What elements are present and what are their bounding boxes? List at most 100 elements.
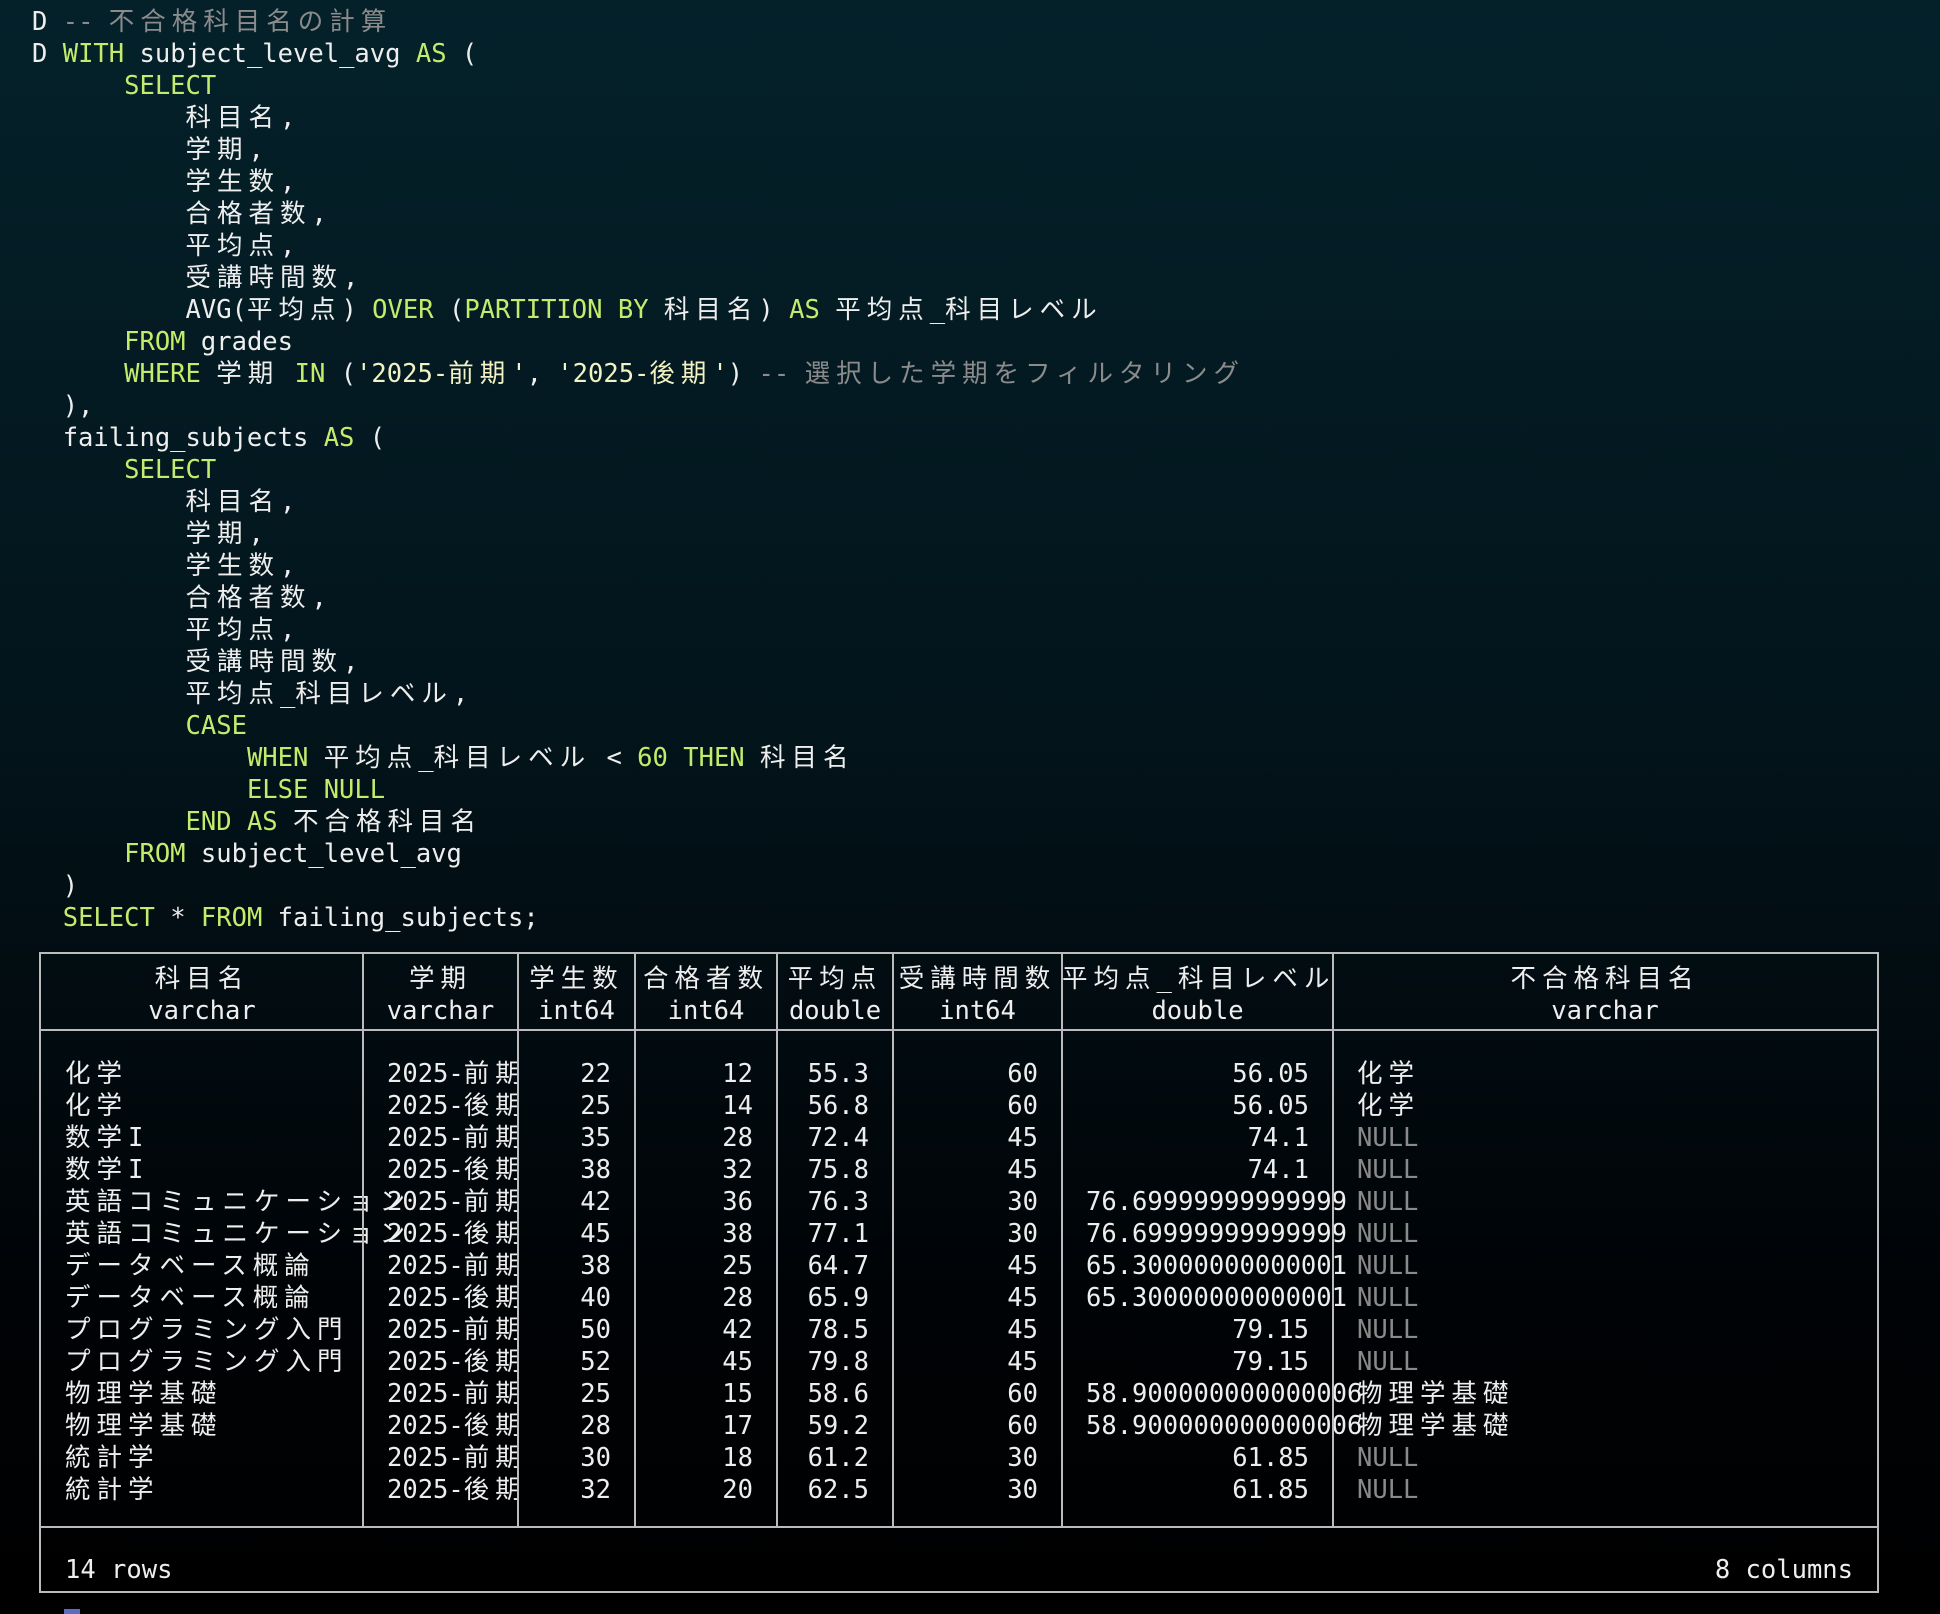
table-cell: NULL xyxy=(1357,1219,1419,1249)
column-type: int64 xyxy=(538,996,615,1026)
table-cell: 17 xyxy=(722,1411,753,1441)
sql-text: ( xyxy=(433,295,465,325)
sql-text: subject_level_avg xyxy=(124,39,416,69)
table-cell: 統計学 xyxy=(65,1443,160,1473)
table-cell: 76.69999999999999 xyxy=(1086,1187,1347,1217)
column-type: double xyxy=(788,996,882,1026)
table-cell: 物理学基礎 xyxy=(65,1411,223,1441)
table-cell: 60 xyxy=(1007,1411,1038,1441)
sql-text: ( xyxy=(354,423,386,453)
table-cell: 38 xyxy=(722,1219,753,1249)
sql-text: 科目名, xyxy=(185,487,296,517)
table-cell: 2025-前期 xyxy=(387,1059,527,1089)
table-row[interactable]: 統計学 2025-後期 32 20 62.5 30 61.85 NULL xyxy=(41,1474,1877,1506)
column-name: 平均点_科目レベル xyxy=(1062,964,1336,994)
table-cell: 2025-後期 xyxy=(387,1475,527,1505)
table-cell: 60 xyxy=(1007,1091,1038,1121)
table-cell: 英語コミュニケーション xyxy=(65,1187,411,1217)
table-cell: 15 xyxy=(722,1379,753,1409)
table-cell: NULL xyxy=(1357,1187,1419,1217)
table-row[interactable]: 数学I 2025-前期 35 28 72.4 45 74.1 NULL xyxy=(41,1122,1877,1154)
query-line: AVG(平均点) OVER (PARTITION BY 科目名) AS 平均点_… xyxy=(32,294,1245,326)
table-cell: 英語コミュニケーション xyxy=(65,1219,411,1249)
query-line: WHEN 平均点_科目レベル < 60 THEN 科目名 xyxy=(32,742,1245,774)
table-row[interactable]: 物理学基礎 2025-前期 25 15 58.6 60 58.900000000000006… xyxy=(41,1378,1877,1410)
table-cell: 2025-前期 xyxy=(387,1315,527,1345)
table-row[interactable]: 化学 2025-前期 22 12 55.3 60 56.05 化学 xyxy=(41,1058,1877,1090)
query-line: FROM subject_level_avg xyxy=(32,838,1245,870)
table-row[interactable]: 統計学 2025-前期 30 18 61.2 30 61.85 NULL xyxy=(41,1442,1877,1474)
sql-keyword: 60 xyxy=(637,743,668,773)
table-cell: 化学 xyxy=(65,1091,129,1121)
footer-divider xyxy=(41,1526,1877,1528)
table-cell: 61.85 xyxy=(1232,1443,1309,1473)
table-cell: 化学 xyxy=(1357,1091,1421,1121)
column-header[interactable]: 学期 varchar xyxy=(363,963,518,1027)
column-header[interactable]: 受講時間数 int64 xyxy=(893,963,1062,1027)
column-header[interactable]: 学生数 int64 xyxy=(518,963,635,1027)
table-row[interactable]: 英語コミュニケーション 2025-前期 42 36 76.3 30 76.699999999… xyxy=(41,1186,1877,1218)
sql-text: 受講時間数, xyxy=(185,263,359,293)
column-count: 8 columns xyxy=(1714,1555,1853,1585)
table-cell: 28 xyxy=(580,1411,611,1441)
table-cell: 2025-後期 xyxy=(387,1347,527,1377)
table-cell: 45 xyxy=(722,1347,753,1377)
result-table: 科目名 varchar 学期 varchar 学生数 int64 合格者数 int64 平均点 d… xyxy=(39,952,1879,1593)
query-line: SELECT * FROM failing_subjects; xyxy=(32,902,1245,934)
table-row[interactable]: データベース概論 2025-後期 40 28 65.9 45 65.300000000000… xyxy=(41,1282,1877,1314)
table-cell: 65.30000000000001 xyxy=(1086,1283,1347,1313)
query-line: 平均点, xyxy=(32,230,1245,262)
table-cell: 数学I xyxy=(65,1155,144,1185)
column-header[interactable]: 科目名 varchar xyxy=(41,963,363,1027)
sql-text: 学期 xyxy=(216,359,280,389)
table-cell: 59.2 xyxy=(807,1411,869,1441)
sql-keyword: FROM xyxy=(200,903,263,933)
sql-keyword: PARTITION BY xyxy=(464,295,649,325)
table-cell: 74.1 xyxy=(1247,1155,1309,1185)
table-cell: 55.3 xyxy=(807,1059,869,1089)
column-divider xyxy=(1061,954,1063,1528)
sql-keyword: AS xyxy=(323,423,355,453)
sql-keyword: WHEN xyxy=(246,743,309,773)
table-cell: 30 xyxy=(1007,1187,1038,1217)
table-row[interactable]: 化学 2025-後期 25 14 56.8 60 56.05 化学 xyxy=(41,1090,1877,1122)
terminal-window[interactable]: D -- 不合格科目名の計算 D WITH subject_level_avg A… xyxy=(0,0,1940,1614)
column-header[interactable]: 平均点_科目レベル double xyxy=(1062,963,1333,1027)
column-header[interactable]: 平均点 double xyxy=(777,963,893,1027)
table-cell: プログラミング入門 xyxy=(65,1315,349,1345)
sql-keyword: FROM xyxy=(124,327,186,357)
table-cell: 25 xyxy=(580,1379,611,1409)
column-name: 平均点 xyxy=(787,964,883,994)
table-cell: NULL xyxy=(1357,1315,1419,1345)
table-cell: 36 xyxy=(722,1187,753,1217)
sql-text: failing_subjects; xyxy=(262,903,539,933)
table-cell: NULL xyxy=(1357,1155,1419,1185)
table-row[interactable]: プログラミング入門 2025-後期 52 45 79.8 45 79.15 NULL xyxy=(41,1346,1877,1378)
table-cell: 45 xyxy=(580,1219,611,1249)
table-row[interactable]: 英語コミュニケーション 2025-後期 45 38 77.1 30 76.699999999… xyxy=(41,1218,1877,1250)
table-cell: 61.2 xyxy=(807,1443,869,1473)
table-cell: 64.7 xyxy=(807,1251,869,1281)
table-cell: 45 xyxy=(1007,1347,1038,1377)
column-header[interactable]: 合格者数 int64 xyxy=(635,963,777,1027)
table-row[interactable]: 物理学基礎 2025-後期 28 17 59.2 60 58.900000000000006… xyxy=(41,1410,1877,1442)
table-cell: 65.9 xyxy=(807,1283,869,1313)
table-cell: 25 xyxy=(722,1251,753,1281)
table-cell: NULL xyxy=(1357,1475,1419,1505)
table-cell: 32 xyxy=(722,1155,753,1185)
table-row[interactable]: プログラミング入門 2025-前期 50 42 78.5 45 79.15 NULL xyxy=(41,1314,1877,1346)
table-cell: 72.4 xyxy=(807,1123,869,1153)
query-line: 科目名, xyxy=(32,486,1245,518)
table-row[interactable]: データベース概論 2025-前期 38 25 64.7 45 65.300000000000… xyxy=(41,1250,1877,1282)
column-header[interactable]: 不合格科目名 varchar xyxy=(1333,963,1877,1027)
column-name: 科目名 xyxy=(154,964,250,994)
table-cell: 30 xyxy=(1007,1219,1038,1249)
table-row[interactable]: 数学I 2025-後期 38 32 75.8 45 74.1 NULL xyxy=(41,1154,1877,1186)
column-name: 学期 xyxy=(408,964,472,994)
